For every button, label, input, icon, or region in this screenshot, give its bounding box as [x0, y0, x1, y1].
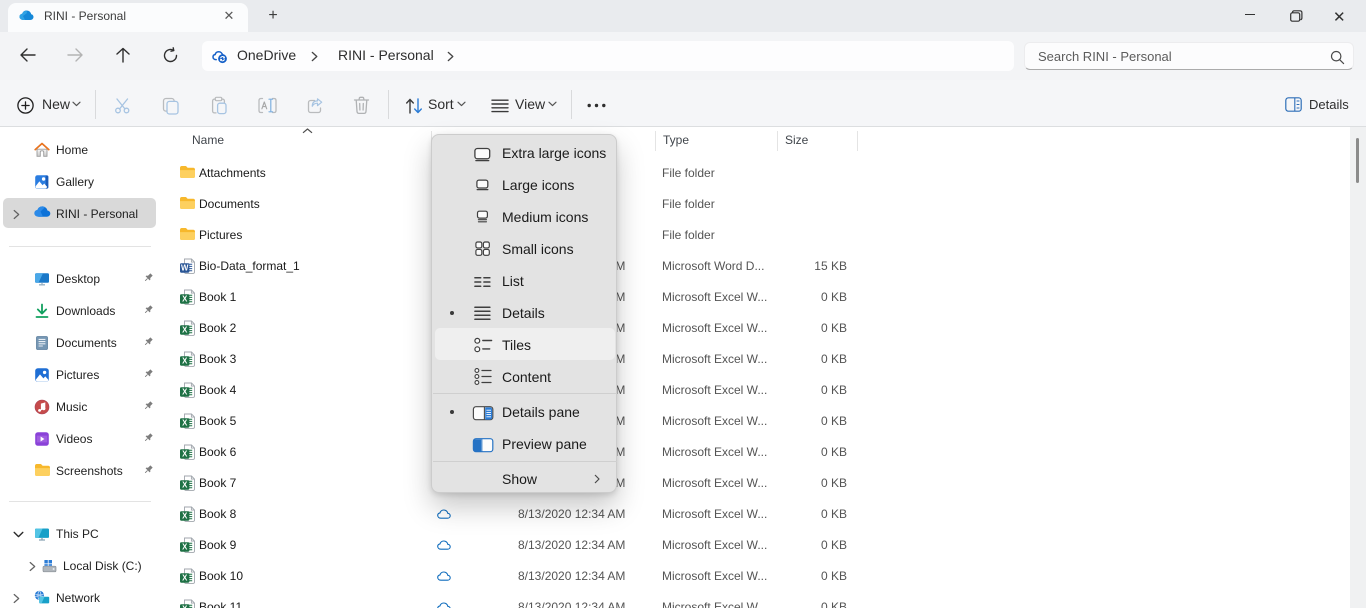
svg-text:X: X [182, 512, 188, 521]
svg-text:X: X [182, 543, 188, 552]
svg-text:X: X [182, 295, 188, 304]
svg-text:X: X [182, 574, 188, 583]
svg-text:X: X [182, 326, 188, 335]
svg-text:W: W [181, 264, 189, 273]
svg-text:X: X [182, 481, 188, 490]
svg-text:X: X [182, 388, 188, 397]
svg-text:X: X [182, 450, 188, 459]
svg-text:X: X [182, 419, 188, 428]
svg-text:X: X [182, 357, 188, 366]
